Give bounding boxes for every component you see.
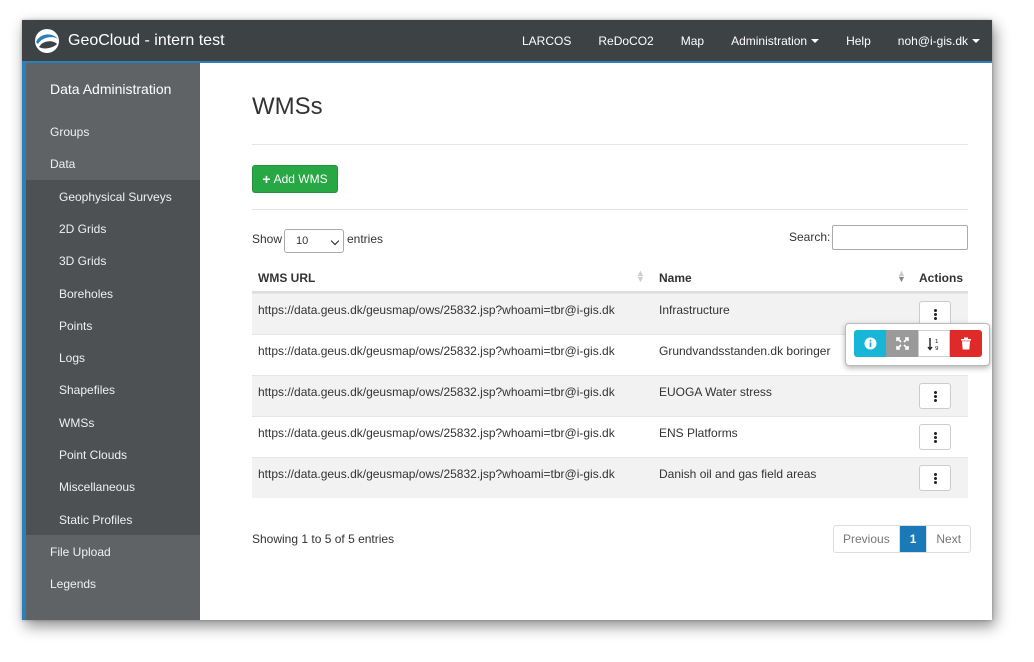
pagination-previous[interactable]: Previous	[834, 526, 900, 552]
cell-name: Infrastructure	[659, 303, 730, 317]
nav-link-help[interactable]: Help	[846, 34, 871, 48]
table-header: WMS URL ▲ ▼ Name ▲ ▼ Actions	[252, 263, 968, 293]
divider	[252, 209, 968, 210]
nav-user-label: noh@i-gis.dk	[897, 33, 968, 48]
table-row: https://data.geus.dk/geusmap/ows/25832.j…	[252, 375, 968, 416]
row-actions-button[interactable]	[919, 383, 951, 409]
app-window: GeoCloud - intern test LARCOS ReDoCO2 Ma…	[22, 20, 992, 620]
sidebar-item-file-upload[interactable]: File Upload	[50, 545, 111, 559]
column-header-actions: Actions	[919, 271, 964, 285]
divider	[252, 144, 968, 145]
cell-wms-url: https://data.geus.dk/geusmap/ows/25832.j…	[258, 385, 615, 399]
sidebar-title: Data Administration	[50, 81, 172, 97]
sidebar-item-static-profiles[interactable]: Static Profiles	[59, 513, 132, 527]
cell-wms-url: https://data.geus.dk/geusmap/ows/25832.j…	[258, 303, 615, 317]
sidebar-item-miscellaneous[interactable]: Miscellaneous	[59, 480, 135, 494]
row-actions-popover: 1 9	[845, 323, 990, 366]
pagination-next[interactable]: Next	[926, 526, 970, 552]
cell-wms-url: https://data.geus.dk/geusmap/ows/25832.j…	[258, 426, 615, 440]
sidebar-item-geophysical-surveys[interactable]: Geophysical Surveys	[59, 190, 172, 204]
info-icon	[864, 337, 876, 350]
row-actions-button[interactable]	[919, 424, 951, 450]
delete-button[interactable]	[950, 330, 982, 357]
brand-title: GeoCloud - intern test	[68, 32, 225, 49]
geocloud-logo-icon	[35, 29, 59, 53]
row-actions-button[interactable]	[919, 465, 951, 491]
cell-name: Danish oil and gas field areas	[659, 467, 817, 481]
table-row: https://data.geus.dk/geusmap/ows/25832.j…	[252, 457, 968, 498]
cell-name: ENS Platforms	[659, 426, 738, 440]
sidebar-item-2d-grids[interactable]: 2D Grids	[59, 222, 106, 236]
sidebar-item-3d-grids[interactable]: 3D Grids	[59, 254, 106, 268]
brand[interactable]: GeoCloud - intern test	[34, 27, 225, 55]
pagination-page-1[interactable]: 1	[899, 526, 927, 552]
caret-down-icon	[811, 38, 820, 43]
column-header-name[interactable]: Name	[659, 271, 692, 285]
caret-down-icon	[972, 38, 980, 43]
expand-icon	[895, 337, 909, 350]
svg-text:1: 1	[935, 339, 939, 345]
nav-link-redoco2[interactable]: ReDoCO2	[598, 34, 653, 48]
sidebar-item-data[interactable]: Data	[50, 157, 75, 171]
sidebar: Data Administration Groups Data Geophysi…	[22, 63, 200, 620]
sidebar-item-legends[interactable]: Legends	[50, 577, 96, 591]
cell-name: EUOGA Water stress	[659, 385, 772, 399]
sidebar-item-wmss[interactable]: WMSs	[59, 416, 94, 430]
sidebar-data-submenu: Geophysical Surveys 2D Grids 3D Grids Bo…	[26, 180, 200, 535]
search-label: Search:	[789, 230, 831, 244]
top-navbar: GeoCloud - intern test LARCOS ReDoCO2 Ma…	[22, 20, 992, 63]
sidebar-item-point-clouds[interactable]: Point Clouds	[59, 448, 127, 462]
trash-icon	[961, 337, 971, 350]
chevron-down-icon	[330, 236, 340, 246]
sort-numeric-icon: 1 9	[927, 337, 939, 351]
add-wms-button[interactable]: + Add WMS	[252, 165, 338, 193]
sidebar-item-boreholes[interactable]: Boreholes	[59, 287, 113, 301]
table-info: Showing 1 to 5 of 5 entries	[252, 532, 395, 546]
nav-links: LARCOS ReDoCO2 Map Administration Help n…	[495, 20, 980, 61]
entries-label: entries	[347, 232, 384, 246]
order-button[interactable]: 1 9	[918, 330, 950, 357]
nav-dropdown-administration[interactable]: Administration	[731, 33, 820, 48]
zoom-extent-button[interactable]	[886, 330, 918, 357]
cell-wms-url: https://data.geus.dk/geusmap/ows/25832.j…	[258, 467, 615, 481]
add-wms-label: Add WMS	[273, 172, 328, 186]
nav-link-map[interactable]: Map	[681, 34, 704, 48]
page-title: WMSs	[252, 93, 323, 120]
sidebar-item-points[interactable]: Points	[59, 319, 92, 333]
svg-text:9: 9	[935, 346, 939, 351]
plus-icon: +	[262, 171, 271, 187]
sidebar-item-logs[interactable]: Logs	[59, 351, 85, 365]
sidebar-item-groups[interactable]: Groups	[50, 125, 89, 139]
sidebar-item-shapefiles[interactable]: Shapefiles	[59, 383, 115, 397]
cell-name: Grundvandsstanden.dk boringer	[659, 344, 831, 358]
entries-per-page-select[interactable]: 10	[284, 229, 344, 253]
info-button[interactable]	[854, 330, 886, 357]
search-input[interactable]	[832, 225, 968, 250]
main-content: WMSs + Add WMS Show 10 entries Search: W…	[200, 63, 992, 620]
entries-select-value: 10	[296, 235, 309, 247]
pagination: Previous 1 Next	[833, 525, 972, 553]
sort-desc-icon[interactable]: ▲ ▼	[897, 269, 906, 284]
nav-dropdown-user[interactable]: noh@i-gis.dk	[898, 34, 980, 48]
nav-link-larcos[interactable]: LARCOS	[522, 34, 571, 48]
show-label: Show	[252, 232, 283, 246]
cell-wms-url: https://data.geus.dk/geusmap/ows/25832.j…	[258, 344, 615, 358]
table-row: https://data.geus.dk/geusmap/ows/25832.j…	[252, 416, 968, 457]
column-header-wms-url[interactable]: WMS URL	[258, 271, 315, 285]
sort-both-icon[interactable]: ▲ ▼	[636, 269, 645, 284]
nav-administration-label: Administration	[731, 33, 808, 48]
